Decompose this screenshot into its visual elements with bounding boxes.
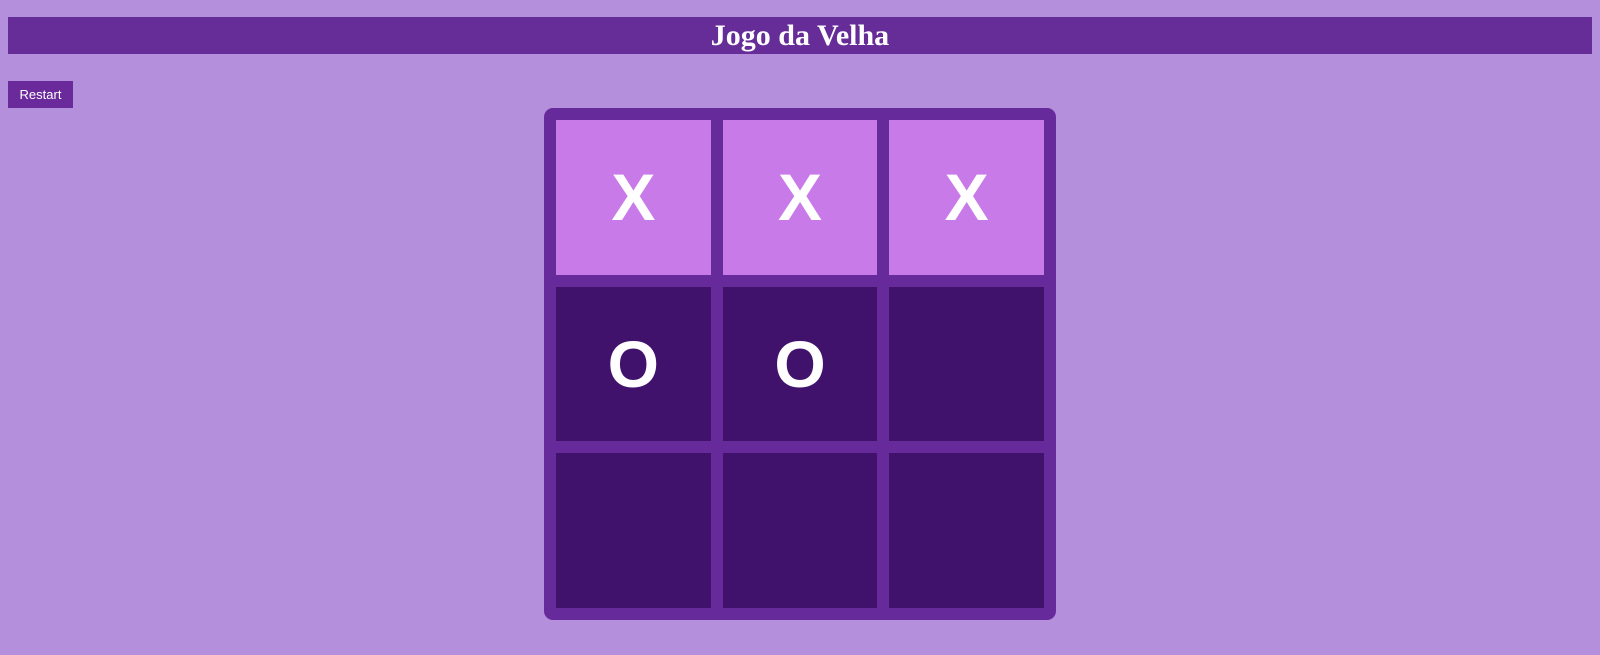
board-cell[interactable]: O bbox=[722, 286, 878, 442]
board-cell[interactable] bbox=[556, 453, 711, 608]
board-cell[interactable]: X bbox=[722, 120, 878, 275]
board-cell[interactable] bbox=[889, 286, 1044, 442]
board-cell[interactable]: X bbox=[889, 120, 1044, 275]
page-title: Jogo da Velha bbox=[8, 17, 1592, 54]
game-board: X X X O O bbox=[544, 108, 1056, 620]
board-cell[interactable]: X bbox=[556, 120, 711, 275]
restart-button[interactable]: Restart bbox=[8, 81, 73, 108]
board-cell[interactable] bbox=[889, 453, 1044, 608]
board-cell[interactable] bbox=[722, 453, 878, 608]
board-cell[interactable]: O bbox=[556, 286, 711, 442]
